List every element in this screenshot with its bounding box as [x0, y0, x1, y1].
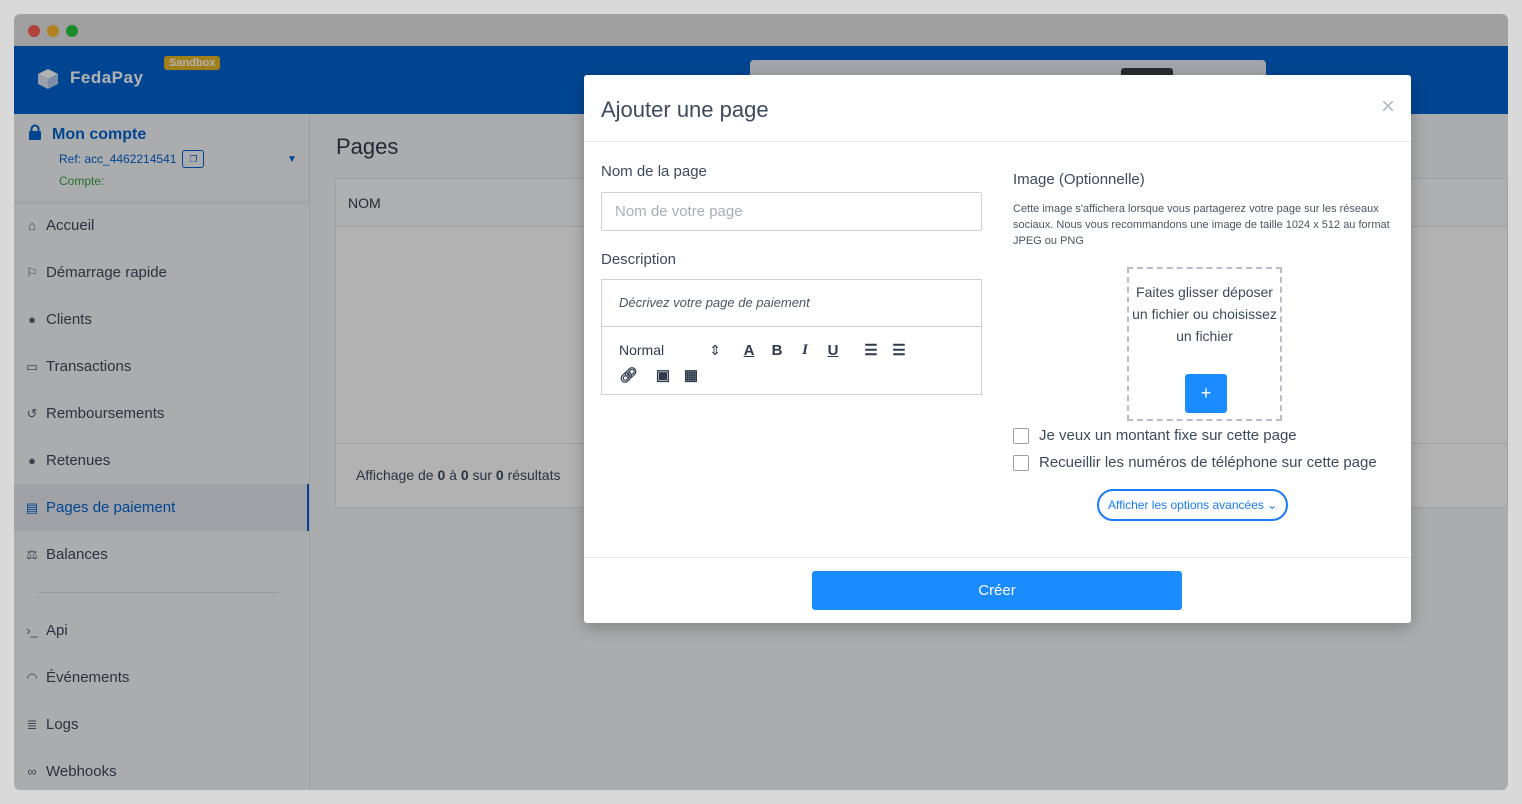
description-textarea[interactable]: Décrivez votre page de paiement — [602, 280, 981, 327]
checkbox-icon[interactable] — [1013, 427, 1029, 444]
modal-title: Ajouter une page — [601, 97, 769, 122]
format-select[interactable]: Normal ⇕ — [619, 342, 735, 359]
image-label: Image (Optionnelle) — [1013, 171, 1145, 188]
create-button[interactable]: Créer — [812, 571, 1182, 610]
image-help-text: Cette image s'affichera lorsque vous par… — [1013, 203, 1390, 247]
description-label: Description — [601, 251, 677, 268]
link-icon[interactable]: 🔗︎ — [619, 366, 649, 384]
collect-phone-checkbox[interactable]: Recueillir les numéros de téléphone sur … — [1013, 454, 1399, 471]
editor-toolbar: Normal ⇕ A B I U ☰ ☰ 🔗︎ ▣ ▦ — [602, 327, 981, 394]
bold-icon[interactable]: B — [763, 342, 791, 359]
sort-arrows-icon: ⇕ — [709, 341, 721, 358]
advanced-options-button[interactable]: Afficher les options avancées ⌄ — [1097, 489, 1289, 521]
fixed-amount-label: Je veux un montant fixe sur cette page — [1039, 427, 1297, 444]
bullet-list-icon[interactable]: ☰ — [885, 341, 913, 359]
italic-icon[interactable]: I — [791, 342, 819, 359]
chevron-down-icon: ⌄ — [1267, 498, 1278, 512]
fixed-amount-checkbox[interactable]: Je veux un montant fixe sur cette page — [1013, 427, 1399, 444]
page-name-input[interactable] — [601, 192, 982, 231]
ordered-list-icon[interactable]: ☰ — [857, 341, 885, 359]
close-icon[interactable]: × — [1381, 93, 1395, 121]
checkbox-icon[interactable] — [1013, 454, 1029, 471]
image-icon[interactable]: ▣ — [649, 366, 677, 384]
video-icon[interactable]: ▦ — [677, 366, 705, 384]
underline-icon[interactable]: U — [819, 342, 847, 359]
page-name-label: Nom de la page — [601, 163, 707, 180]
description-editor: Décrivez votre page de paiement Normal ⇕ … — [601, 279, 982, 395]
browser-window: FedaPay Sandbox Mon compte Ref: acc_4462… — [14, 14, 1508, 790]
upload-plus-button[interactable]: + — [1185, 374, 1227, 413]
text-color-icon[interactable]: A — [735, 342, 763, 359]
add-page-modal: Ajouter une page × Nom de la page Descri… — [584, 75, 1411, 623]
dropzone-text: Faites glisser déposer un fichier ou cho… — [1132, 284, 1277, 344]
collect-phone-label: Recueillir les numéros de téléphone sur … — [1039, 454, 1377, 471]
image-dropzone[interactable]: Faites glisser déposer un fichier ou cho… — [1127, 267, 1282, 421]
